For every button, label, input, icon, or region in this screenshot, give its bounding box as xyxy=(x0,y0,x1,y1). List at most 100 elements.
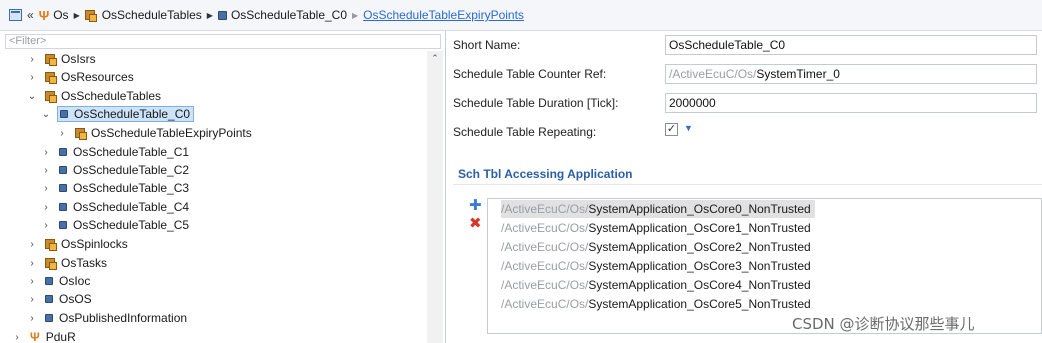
properties-panel: Short Name: OsScheduleTable_C0 Schedule … xyxy=(446,31,1042,343)
tree-item-label: OsSpinlocks xyxy=(61,237,128,251)
triangle-right-icon: ▶ xyxy=(352,10,359,20)
tree-item-label: OsScheduleTable_C4 xyxy=(73,200,190,214)
tree-item-osscheduletable-c1[interactable]: › OsScheduleTable_C1 xyxy=(41,143,189,161)
add-item-icon[interactable]: ✚ xyxy=(469,198,482,213)
container-icon xyxy=(59,184,67,192)
expand-chevron-icon[interactable]: › xyxy=(12,332,22,343)
duration-label: Schedule Table Duration [Tick]: xyxy=(453,96,619,110)
package-icon xyxy=(45,91,57,103)
counter-ref-value: SystemTimer_0 xyxy=(756,67,840,81)
list-item-name: SystemApplication_OsCore4_NonTrusted xyxy=(588,278,811,292)
collapse-chevron-icon[interactable]: ⌄ xyxy=(41,109,51,120)
triangle-right-icon: ▶ xyxy=(206,10,213,20)
repeating-checkbox[interactable]: ✓ xyxy=(665,123,678,136)
tree-item-osos[interactable]: › OsOS xyxy=(27,290,92,308)
tree-item-osspinlocks[interactable]: › OsSpinlocks xyxy=(27,235,128,253)
list-item[interactable]: /ActiveEcuC/Os/SystemApplication_OsCore1… xyxy=(501,219,811,237)
tree-item-ostasks[interactable]: › OsTasks xyxy=(27,254,107,272)
list-item[interactable]: /ActiveEcuC/Os/SystemApplication_OsCore2… xyxy=(501,238,811,256)
tree-item-label: OsScheduleTable_C0 xyxy=(74,107,191,121)
tree-item-osscheduletable-c4[interactable]: › OsScheduleTable_C4 xyxy=(41,198,189,216)
tree-item-label: OsOS xyxy=(59,292,92,306)
list-item-prefix: /ActiveEcuC/Os/ xyxy=(501,202,589,216)
tree-item-label: OsIsrs xyxy=(61,52,96,66)
editor-view-icon[interactable] xyxy=(9,9,22,21)
short-name-field[interactable]: OsScheduleTable_C0 xyxy=(665,35,1037,55)
list-item-prefix: /ActiveEcuC/Os/ xyxy=(501,221,589,235)
container-icon xyxy=(45,314,53,322)
tree-item-osresources[interactable]: › OsResources xyxy=(27,68,134,86)
package-icon xyxy=(45,239,57,251)
breadcrumb-link-expiry-points[interactable]: OsScheduleTableExpiryPoints xyxy=(363,8,524,22)
scroll-up-icon[interactable]: ⌃ xyxy=(427,51,443,65)
tree-item-ospublishedinformation[interactable]: › OsPublishedInformation xyxy=(27,309,187,327)
collapse-chevron-icon[interactable]: ⌄ xyxy=(27,91,37,102)
expand-chevron-icon[interactable]: › xyxy=(41,165,51,176)
tree-item-osscheduletable-c5[interactable]: › OsScheduleTable_C5 xyxy=(41,216,189,234)
expand-chevron-icon[interactable]: › xyxy=(27,239,37,250)
container-icon xyxy=(45,295,53,303)
tree-item-label: OsScheduleTables xyxy=(61,89,162,103)
list-item-name: SystemApplication_OsCore5_NonTrusted xyxy=(588,297,811,311)
expand-chevron-icon[interactable]: › xyxy=(27,313,37,324)
breadcrumb-item-schedule-table-c0[interactable]: OsScheduleTable_C0 xyxy=(217,8,348,22)
dropdown-arrow-icon[interactable]: ▼ xyxy=(684,123,693,133)
expand-chevron-icon[interactable]: › xyxy=(27,276,37,287)
repeating-label: Schedule Table Repeating: xyxy=(453,125,597,139)
expand-chevron-icon[interactable]: › xyxy=(41,183,51,194)
tree-item-label: OsResources xyxy=(61,70,134,84)
breadcrumb: « Ψ Os ▶ OsScheduleTables ▶ OsScheduleTa… xyxy=(0,0,1042,31)
expand-chevron-icon[interactable]: › xyxy=(27,72,37,83)
tree-item-osscheduletable-c3[interactable]: › OsScheduleTable_C3 xyxy=(41,179,189,197)
list-item[interactable]: /ActiveEcuC/Os/SystemApplication_OsCore0… xyxy=(501,200,815,218)
package-icon xyxy=(75,128,87,140)
triangle-right-icon: ▶ xyxy=(73,10,80,20)
double-chevron-left-icon[interactable]: « xyxy=(27,8,34,22)
watermark-text: CSDN @诊断协议那些事儿 xyxy=(792,315,975,333)
expand-chevron-icon[interactable]: › xyxy=(41,147,51,158)
expand-chevron-icon[interactable]: › xyxy=(27,258,37,269)
list-item-name: SystemApplication_OsCore2_NonTrusted xyxy=(588,240,811,254)
container-icon xyxy=(45,277,53,285)
list-item-name: SystemApplication_OsCore0_NonTrusted xyxy=(588,202,811,216)
expand-chevron-icon[interactable]: › xyxy=(57,128,67,139)
counter-ref-prefix: /ActiveEcuC/Os/ xyxy=(669,67,757,81)
tree-item-osioc[interactable]: › OsIoc xyxy=(27,272,90,290)
short-name-label: Short Name: xyxy=(453,38,521,52)
tree-item-osscheduletable-c0[interactable]: ⌄ OsScheduleTable_C0 xyxy=(41,105,195,123)
container-icon xyxy=(59,221,67,229)
expand-chevron-icon[interactable]: › xyxy=(27,54,37,65)
list-item[interactable]: /ActiveEcuC/Os/SystemApplication_OsCore4… xyxy=(501,276,811,294)
delete-item-icon[interactable]: ✖ xyxy=(469,216,482,231)
tree-item-label: OsIoc xyxy=(59,274,91,288)
list-item-prefix: /ActiveEcuC/Os/ xyxy=(501,278,589,292)
module-fork-icon: Ψ xyxy=(38,7,50,23)
package-icon xyxy=(45,54,57,66)
list-item-name: SystemApplication_OsCore3_NonTrusted xyxy=(588,259,811,273)
counter-ref-field[interactable]: /ActiveEcuC/Os/SystemTimer_0 xyxy=(665,64,1037,84)
list-item-prefix: /ActiveEcuC/Os/ xyxy=(501,297,589,311)
tree-item-label: OsTasks xyxy=(61,256,108,270)
tree-item-pdur[interactable]: › Ψ PduR xyxy=(12,328,75,343)
tree-item-osscheduletables[interactable]: ⌄ OsScheduleTables xyxy=(27,87,161,105)
tree-item-label: OsScheduleTable_C2 xyxy=(73,163,190,177)
breadcrumb-item-schedule-tables[interactable]: OsScheduleTables xyxy=(84,8,202,22)
breadcrumb-label: OsScheduleTable_C0 xyxy=(230,8,348,22)
tree-item-osscheduletable-c2[interactable]: › OsScheduleTable_C2 xyxy=(41,161,189,179)
tree-item-label: OsScheduleTable_C5 xyxy=(73,218,190,232)
vertical-scrollbar[interactable]: ⌃ xyxy=(427,51,443,343)
list-item-prefix: /ActiveEcuC/Os/ xyxy=(501,259,589,273)
duration-field[interactable]: 2000000 xyxy=(665,93,1037,113)
breadcrumb-label: Os xyxy=(53,8,69,22)
breadcrumb-item-os[interactable]: Ψ Os xyxy=(39,8,69,23)
expand-chevron-icon[interactable]: › xyxy=(41,202,51,213)
list-item[interactable]: /ActiveEcuC/Os/SystemApplication_OsCore5… xyxy=(501,295,811,313)
filter-input[interactable]: <Filter> xyxy=(5,34,441,49)
expand-chevron-icon[interactable]: › xyxy=(41,220,51,231)
list-item[interactable]: /ActiveEcuC/Os/SystemApplication_OsCore3… xyxy=(501,257,811,275)
tree-item-expiry-points[interactable]: › OsScheduleTableExpiryPoints xyxy=(57,124,252,142)
tree-item-osisrs[interactable]: › OsIsrs xyxy=(27,50,96,68)
section-title[interactable]: Sch Tbl Accessing Application xyxy=(458,167,632,181)
expand-chevron-icon[interactable]: › xyxy=(27,294,37,305)
list-item-name: SystemApplication_OsCore1_NonTrusted xyxy=(588,221,811,235)
